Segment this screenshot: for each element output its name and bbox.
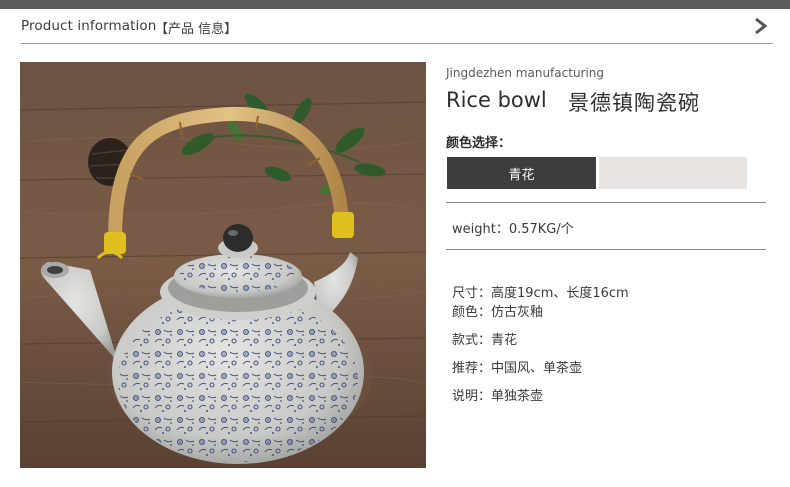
color-option-qinghua[interactable]: 青花: [447, 157, 596, 189]
color-select-label: 颜色选择：: [446, 136, 512, 151]
teapot-image: [20, 62, 426, 468]
color-option-label: 青花: [508, 167, 535, 183]
product-name: Rice bowl: [446, 88, 547, 112]
spec-recommend: 推荐：中国风、单茶壶: [452, 361, 583, 376]
chevron-right-icon[interactable]: [753, 17, 769, 35]
spec-color: 颜色：仿古灰釉: [452, 305, 544, 320]
weight-value: weight：0.57KG/个: [452, 222, 574, 237]
spec-size: 尺寸：高度19cm、长度16cm: [452, 286, 629, 301]
spec-note: 说明：单独茶壶: [452, 389, 544, 404]
section-title-cn: 【产品 信息】: [155, 22, 238, 37]
spec-style: 款式：青花: [452, 333, 518, 348]
product-name-cn: 景德镇陶瓷碗: [568, 91, 700, 115]
divider: [446, 202, 766, 203]
color-option-light[interactable]: [599, 157, 747, 189]
manufacturer-label: Jingdezhen manufacturing: [446, 66, 605, 80]
top-bar: [0, 0, 790, 9]
section-header: Product information 【产品 信息】: [21, 12, 773, 44]
divider: [446, 249, 766, 250]
section-title: Product information: [21, 18, 157, 34]
